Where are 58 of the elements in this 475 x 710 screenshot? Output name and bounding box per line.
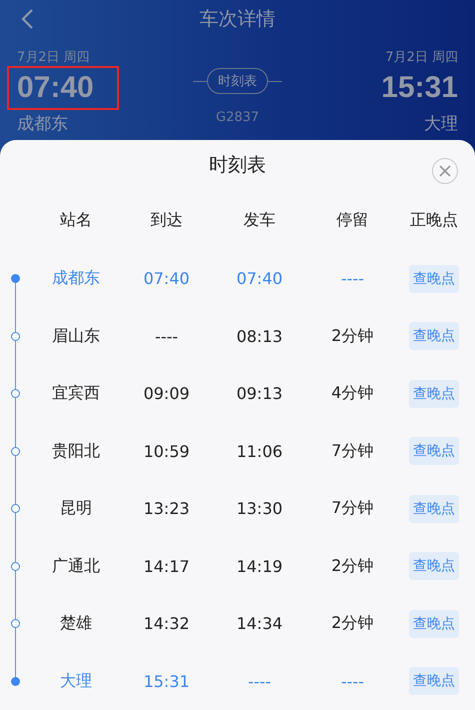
station-name: 大理: [59, 670, 93, 692]
station-name: 贵阳北: [51, 440, 101, 462]
arrival-time: 10:59: [142, 442, 191, 461]
stop-duration: ----: [340, 672, 366, 691]
stop-duration: 4分钟: [330, 383, 375, 404]
check-delay-button[interactable]: 查晚点: [409, 437, 459, 466]
arrival-time: 13:23: [142, 499, 191, 518]
departure-time: 07:40: [235, 269, 284, 288]
station-name: 成都东: [51, 268, 101, 290]
close-button[interactable]: [432, 158, 458, 184]
stop-duration: 2分钟: [330, 613, 375, 634]
arrival-time: 14:17: [142, 556, 191, 576]
departure-time: 14:19: [235, 556, 284, 576]
station-name: 楚雄: [59, 613, 93, 634]
check-delay-button[interactable]: 查晚点: [409, 264, 459, 293]
departure-time: 08:13: [235, 326, 284, 346]
arrival-station: 大理: [424, 113, 458, 135]
check-delay-button[interactable]: 查晚点: [409, 552, 459, 580]
stop-duration: ----: [340, 269, 366, 288]
departure-time: 11:06: [235, 442, 284, 461]
departure-time: ----: [246, 672, 272, 691]
column-header: 到达: [150, 210, 184, 230]
stop-duration: 2分钟: [330, 326, 375, 347]
check-delay-button[interactable]: 查晚点: [409, 494, 459, 523]
departure-time: 13:30: [235, 499, 284, 518]
schedule-button[interactable]: 时刻表: [207, 68, 268, 94]
check-delay-button[interactable]: 查晚点: [409, 610, 459, 638]
sheet-title: 时刻表: [209, 153, 266, 178]
departure-time: 07:40: [9, 68, 117, 108]
station-name: 宜宾西: [51, 383, 101, 404]
arrival-time: 15:31: [381, 70, 458, 106]
column-header: 正晚点: [409, 210, 459, 230]
page-title: 车次详情: [200, 7, 276, 32]
departure-station: 成都东: [17, 113, 69, 135]
column-header: 停留: [336, 210, 370, 230]
arrival-time: 14:32: [142, 614, 191, 634]
departure-date: 7月2日 周四: [17, 49, 91, 67]
arrival-time: ----: [154, 326, 180, 346]
check-delay-button[interactable]: 查晚点: [409, 322, 459, 350]
arrival-time: 09:09: [142, 384, 191, 404]
check-delay-button[interactable]: 查晚点: [409, 380, 459, 408]
back-icon: [20, 8, 34, 30]
column-header: 发车: [242, 210, 276, 230]
train-number: G2837: [216, 110, 260, 125]
station-name: 眉山东: [51, 326, 101, 347]
check-delay-button[interactable]: 查晚点: [409, 667, 459, 696]
arrival-time: 15:31: [142, 672, 191, 691]
station-name: 广通北: [51, 556, 101, 577]
departure-time: 09:13: [235, 384, 284, 404]
departure-time: 14:34: [235, 614, 284, 634]
arrival-date: 7月2日 周四: [385, 49, 458, 67]
stop-duration: 7分钟: [330, 498, 375, 520]
close-icon: [439, 165, 451, 177]
stop-duration: 2分钟: [330, 556, 375, 577]
station-name: 昆明: [59, 498, 93, 520]
column-header: 站名: [59, 210, 93, 230]
stop-duration: 7分钟: [330, 440, 375, 462]
arrival-time: 07:40: [142, 269, 191, 288]
